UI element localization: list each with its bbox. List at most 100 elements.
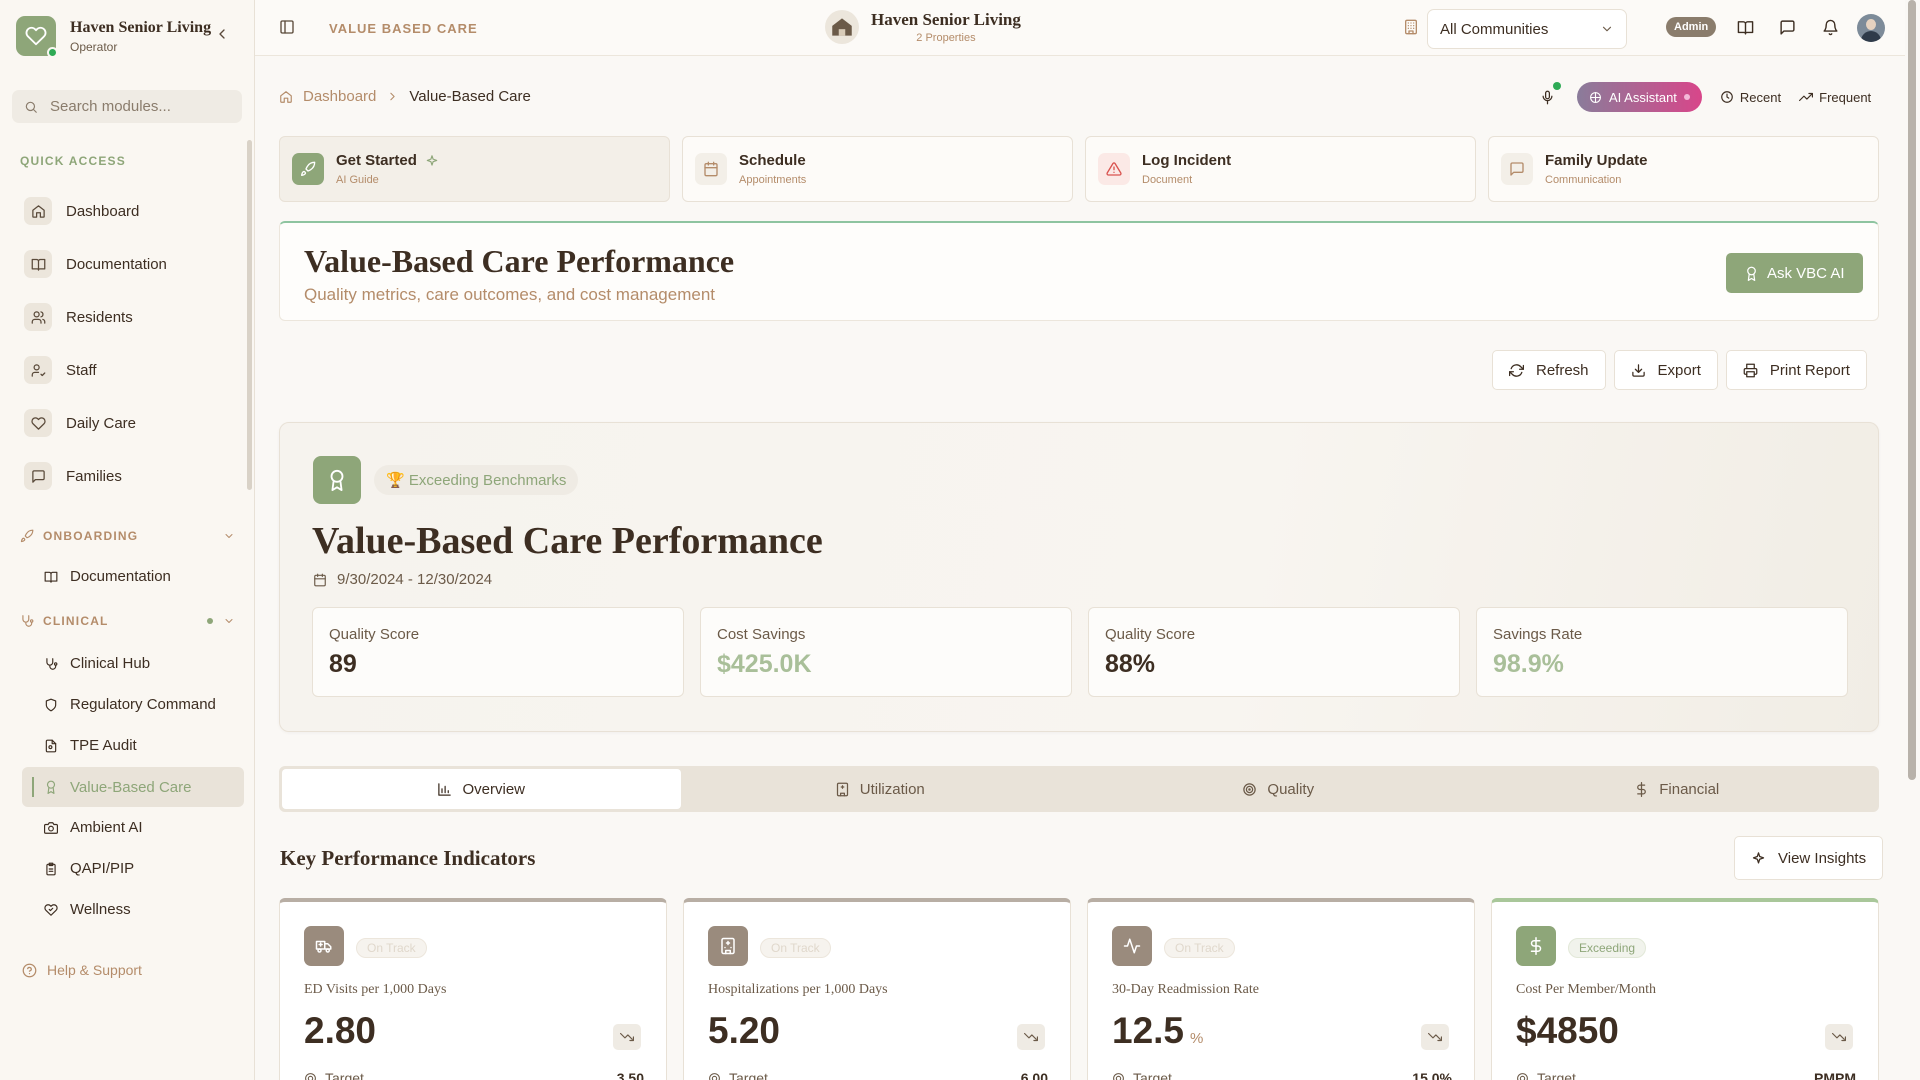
kpi-card-ed-visits[interactable]: On Track ED Visits per 1,000 Days 2.80 T… bbox=[279, 898, 667, 1080]
sidebar-item-documentation[interactable]: Documentation bbox=[24, 250, 167, 278]
sidebar-item-onboarding-documentation[interactable]: Documentation bbox=[44, 568, 171, 585]
print-report-button[interactable]: Print Report bbox=[1725, 350, 1867, 390]
view-insights-button[interactable]: View Insights bbox=[1734, 836, 1884, 880]
stat-label: Quality Score bbox=[1105, 626, 1196, 643]
recent-button[interactable]: Recent bbox=[1720, 90, 1781, 105]
hospital-icon bbox=[835, 782, 850, 797]
sidebar-item-staff[interactable]: Staff bbox=[24, 356, 97, 384]
message-icon bbox=[1501, 153, 1533, 185]
kpi-target-value: 15.0% bbox=[1412, 1070, 1452, 1080]
quick-card-family-update[interactable]: Family Update Communication bbox=[1488, 136, 1879, 202]
sidebar-item-label: QAPI/PIP bbox=[70, 860, 135, 877]
community-select-value: All Communities bbox=[1440, 20, 1549, 38]
tab-utilization[interactable]: Utilization bbox=[681, 769, 1080, 809]
rocket-icon bbox=[292, 153, 324, 185]
sidebar-item-label: Regulatory Command bbox=[70, 696, 216, 713]
bell-icon[interactable] bbox=[1822, 19, 1839, 36]
help-support-link[interactable]: Help & Support bbox=[22, 962, 142, 978]
kpi-target-value: 6.00 bbox=[1020, 1070, 1048, 1080]
heart-handshake-icon bbox=[44, 903, 58, 917]
module-label: VALUE BASED CARE bbox=[329, 21, 478, 36]
date-range-text: 9/30/2024 - 12/30/2024 bbox=[337, 571, 493, 588]
collapse-sidebar-chevron-icon[interactable] bbox=[214, 26, 230, 42]
sidebar-toggle-icon[interactable] bbox=[279, 19, 295, 35]
help-circle-icon bbox=[22, 963, 37, 978]
ask-vbc-ai-button[interactable]: Ask VBC AI bbox=[1726, 253, 1863, 293]
tab-quality[interactable]: Quality bbox=[1079, 769, 1478, 809]
avatar-head bbox=[1866, 19, 1876, 30]
trending-down-icon bbox=[1825, 1024, 1853, 1050]
kpi-card-readmission-rate[interactable]: On Track 30-Day Readmission Rate 12.5% T… bbox=[1087, 898, 1475, 1080]
org-switcher[interactable]: Haven Senior Living 2 Properties bbox=[825, 10, 1021, 44]
sidebar-item-ambient-ai[interactable]: Ambient AI bbox=[44, 819, 143, 836]
page-header: Value-Based Care Performance Quality met… bbox=[279, 221, 1879, 321]
tab-financial[interactable]: Financial bbox=[1478, 769, 1877, 809]
quick-card-schedule[interactable]: Schedule Appointments bbox=[682, 136, 1073, 202]
sidebar-item-value-based-care[interactable]: Value-Based Care bbox=[22, 767, 244, 807]
kpi-label: 30-Day Readmission Rate bbox=[1112, 982, 1259, 997]
sidebar-item-clinical-hub[interactable]: Clinical Hub bbox=[44, 655, 150, 672]
sidebar-item-wellness[interactable]: Wellness bbox=[44, 901, 131, 918]
tab-overview[interactable]: Overview bbox=[282, 769, 681, 809]
ask-vbc-ai-label: Ask VBC AI bbox=[1767, 264, 1845, 282]
clipboard-icon bbox=[44, 862, 58, 876]
trending-down-icon bbox=[1017, 1024, 1045, 1050]
brand-role: Operator bbox=[70, 39, 118, 54]
brand[interactable]: Haven Senior Living Operator bbox=[16, 16, 211, 58]
org-name: Haven Senior Living bbox=[871, 10, 1021, 29]
kpi-target-label: Target bbox=[325, 1070, 364, 1080]
sidebar-item-regulatory-command[interactable]: Regulatory Command bbox=[44, 696, 216, 713]
kpi-value-number: 5.20 bbox=[708, 1010, 781, 1051]
quick-card-title: Schedule bbox=[739, 152, 806, 169]
ai-assistant-button[interactable]: AI Assistant bbox=[1577, 82, 1702, 112]
microphone-icon[interactable] bbox=[1540, 81, 1561, 105]
award-icon bbox=[1744, 266, 1759, 281]
export-button[interactable]: Export bbox=[1613, 350, 1718, 390]
page-scrollbar[interactable] bbox=[1908, 0, 1916, 780]
group-onboarding[interactable]: ONBOARDING bbox=[20, 529, 235, 543]
house-logo-icon bbox=[825, 10, 859, 44]
avatar[interactable] bbox=[1857, 14, 1885, 42]
date-range: 9/30/2024 - 12/30/2024 bbox=[313, 571, 492, 588]
quick-action-cards: Get Started AI Guide Schedule Appointmen… bbox=[279, 136, 1879, 202]
ambulance-icon bbox=[304, 926, 344, 966]
breadcrumb-dashboard-link[interactable]: Dashboard bbox=[303, 88, 376, 105]
frequent-button[interactable]: Frequent bbox=[1799, 90, 1871, 105]
trending-down-icon bbox=[613, 1024, 641, 1050]
search-icon bbox=[24, 100, 38, 114]
kpi-unit: % bbox=[1190, 1030, 1204, 1047]
sidebar-item-qapi-pip[interactable]: QAPI/PIP bbox=[44, 860, 134, 877]
message-icon[interactable] bbox=[1779, 19, 1796, 36]
sidebar-scrollbar[interactable] bbox=[247, 140, 252, 490]
search-input[interactable]: Search modules... bbox=[12, 90, 242, 123]
kpi-value: 12.5% bbox=[1112, 1010, 1203, 1052]
target-icon bbox=[708, 1072, 721, 1080]
tab-label: Quality bbox=[1267, 780, 1315, 798]
user-check-icon bbox=[24, 356, 52, 384]
page-subtitle: Quality metrics, care outcomes, and cost… bbox=[304, 285, 716, 304]
download-icon bbox=[1631, 363, 1646, 378]
refresh-button[interactable]: Refresh bbox=[1492, 350, 1606, 390]
sidebar-item-dashboard[interactable]: Dashboard bbox=[24, 197, 139, 225]
rocket-icon bbox=[20, 529, 34, 543]
community-select[interactable]: All Communities bbox=[1427, 9, 1627, 49]
calendar-icon bbox=[695, 153, 727, 185]
role-badge: Admin bbox=[1666, 17, 1717, 37]
sidebar-item-residents[interactable]: Residents bbox=[24, 303, 133, 331]
kpi-card-cost-per-member[interactable]: Exceeding Cost Per Member/Month $4850 Ta… bbox=[1491, 898, 1879, 1080]
sidebar-item-families[interactable]: Families bbox=[24, 462, 122, 490]
group-clinical[interactable]: CLINICAL bbox=[20, 614, 235, 628]
sidebar-item-label: Staff bbox=[66, 361, 97, 379]
quick-card-log-incident[interactable]: Log Incident Document bbox=[1085, 136, 1476, 202]
sidebar-item-daily-care[interactable]: Daily Care bbox=[24, 409, 136, 437]
kpi-card-hospitalizations[interactable]: On Track Hospitalizations per 1,000 Days… bbox=[683, 898, 1071, 1080]
export-label: Export bbox=[1657, 361, 1701, 379]
book-icon bbox=[24, 250, 52, 278]
tab-label: Utilization bbox=[859, 780, 925, 798]
sidebar-item-tpe-audit[interactable]: TPE Audit bbox=[44, 737, 137, 754]
breadcrumb-current: Value-Based Care bbox=[409, 88, 531, 105]
book-icon[interactable] bbox=[1737, 19, 1754, 36]
quick-card-get-started[interactable]: Get Started AI Guide bbox=[279, 136, 670, 202]
quick-card-sub: Communication bbox=[1545, 174, 1622, 186]
kpi-target-row: Target PMPM bbox=[1516, 1070, 1856, 1080]
